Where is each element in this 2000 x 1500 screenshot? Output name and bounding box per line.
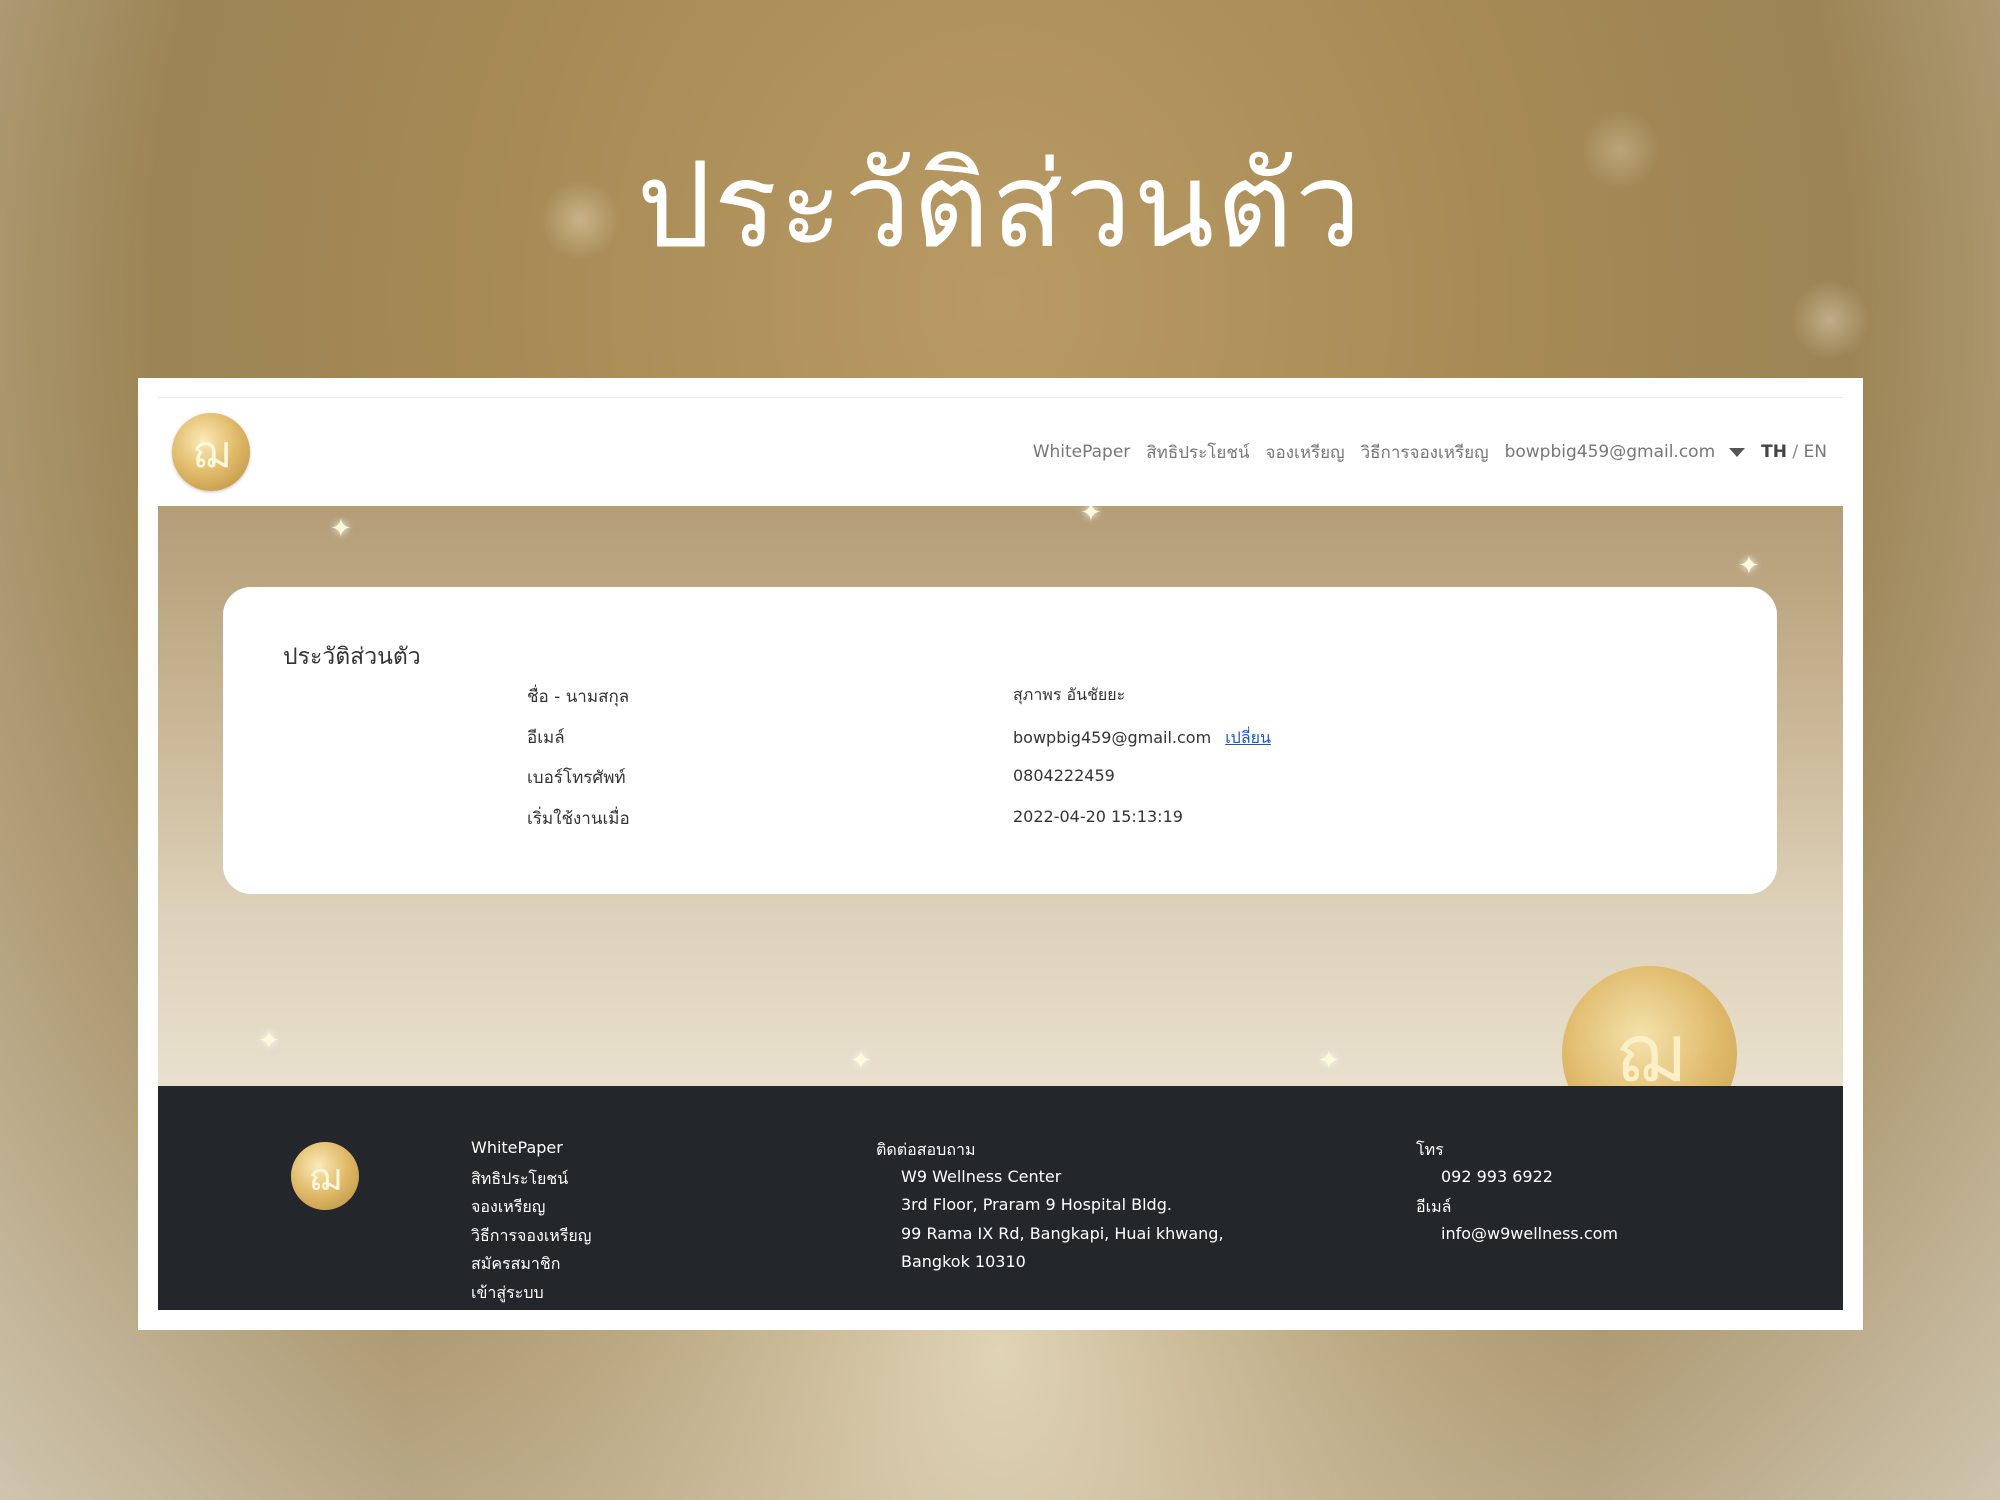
footer-link-benefits[interactable]: สิทธิประโยชน์ xyxy=(471,1167,591,1196)
contact-heading: ติดต่อสอบถาม xyxy=(876,1140,976,1159)
footer-phone-email: โทร 092 993 6922 อีเมล์ info@w9wellness.… xyxy=(1416,1138,1618,1252)
lang-separator: / xyxy=(1792,442,1799,462)
change-email-link[interactable]: เปลี่ยน xyxy=(1225,728,1271,747)
navbar: ฌ WhitePaper สิทธิประโยชน์ จองเหรียญ วิธ… xyxy=(158,398,1843,506)
coin-logo-icon[interactable]: ฌ xyxy=(291,1142,359,1210)
user-menu[interactable]: bowpbig459@gmail.com xyxy=(1505,442,1746,462)
sparkle-icon: ✦ xyxy=(258,1026,280,1056)
lang-en-link[interactable]: EN xyxy=(1804,442,1827,462)
nav-link-benefits[interactable]: สิทธิประโยชน์ xyxy=(1146,439,1249,466)
footer-links: WhitePaper สิทธิประโยชน์ จองเหรียญ วิธีก… xyxy=(471,1138,591,1309)
coin-logo-icon[interactable]: ฌ xyxy=(172,413,250,491)
profile-card: ประวัติส่วนตัว ชื่อ - นามสกุล อีเมล์ เบอ… xyxy=(223,587,1777,894)
contact-line: W9 Wellness Center xyxy=(901,1166,1062,1186)
email-value[interactable]: info@w9wellness.com xyxy=(1416,1224,1618,1253)
value-email: bowpbig459@gmail.com xyxy=(1013,728,1212,747)
sparkle-icon: ✦ xyxy=(1318,1046,1340,1076)
contact-line: 3rd Floor, Praram 9 Hospital Bldg. xyxy=(901,1195,1172,1214)
footer-link-register[interactable]: สมัครสมาชิก xyxy=(471,1252,591,1281)
coin-decoration-icon: ฌ xyxy=(1562,966,1737,1086)
footer-link-how-to-reserve[interactable]: วิธีการจองเหรียญ xyxy=(471,1224,591,1253)
footer-contact: ติดต่อสอบถาม W9 Wellness Center 3rd Floo… xyxy=(876,1138,1224,1281)
nav-link-whitepaper[interactable]: WhitePaper xyxy=(1033,442,1131,462)
nav-links: WhitePaper สิทธิประโยชน์ จองเหรียญ วิธีก… xyxy=(1033,439,1827,466)
content-area: ✦ ✦ ✦ ✦ ✦ ✦ ประวัติส่วนตัว ชื่อ - นามสกุ… xyxy=(158,506,1843,1086)
label-full-name: ชื่อ - นามสกุล xyxy=(527,687,630,707)
website-screenshot: ฌ WhitePaper สิทธิประโยชน์ จองเหรียญ วิธ… xyxy=(138,378,1863,1330)
lang-th-link[interactable]: TH xyxy=(1761,442,1787,462)
phone-label: โทร xyxy=(1416,1140,1444,1159)
value-email-row: bowpbig459@gmail.com เปลี่ยน xyxy=(1013,726,1271,751)
contact-line: Bangkok 10310 xyxy=(901,1252,1026,1271)
footer-link-reserve-coin[interactable]: จองเหรียญ xyxy=(471,1195,591,1224)
value-full-name: สุภาพร อันชัยยะ xyxy=(1013,685,1126,704)
value-phone: 0804222459 xyxy=(1013,766,1115,785)
nav-link-reserve-coin[interactable]: จองเหรียญ xyxy=(1266,439,1345,466)
sparkle-icon: ✦ xyxy=(1080,506,1102,528)
slide-title: ประวัติส่วนตัว xyxy=(636,136,1364,274)
email-label: อีเมล์ xyxy=(1416,1197,1452,1216)
caret-down-icon xyxy=(1729,447,1746,457)
contact-line: 99 Rama IX Rd, Bangkapi, Huai khwang, xyxy=(901,1223,1224,1243)
phone-value[interactable]: 092 993 6922 xyxy=(1416,1167,1618,1196)
value-started: 2022-04-20 15:13:19 xyxy=(1013,807,1183,826)
label-started: เริ่มใช้งานเมื่อ xyxy=(527,809,630,829)
footer-link-whitepaper[interactable]: WhitePaper xyxy=(471,1138,591,1167)
label-phone: เบอร์โทรศัพท์ xyxy=(527,768,626,788)
sparkle-icon: ✦ xyxy=(850,1046,872,1076)
sparkle-icon: ✦ xyxy=(330,514,352,544)
sparkle-icon: ✦ xyxy=(1738,551,1760,581)
nav-link-how-to-reserve[interactable]: วิธีการจองเหรียญ xyxy=(1361,439,1489,466)
card-title: ประวัติส่วนตัว xyxy=(283,644,421,670)
user-email: bowpbig459@gmail.com xyxy=(1504,442,1716,462)
label-email: อีเมล์ xyxy=(527,728,565,748)
footer: ฌ WhitePaper สิทธิประโยชน์ จองเหรียญ วิธ… xyxy=(158,1086,1843,1310)
footer-link-login[interactable]: เข้าสู่ระบบ xyxy=(471,1281,591,1310)
